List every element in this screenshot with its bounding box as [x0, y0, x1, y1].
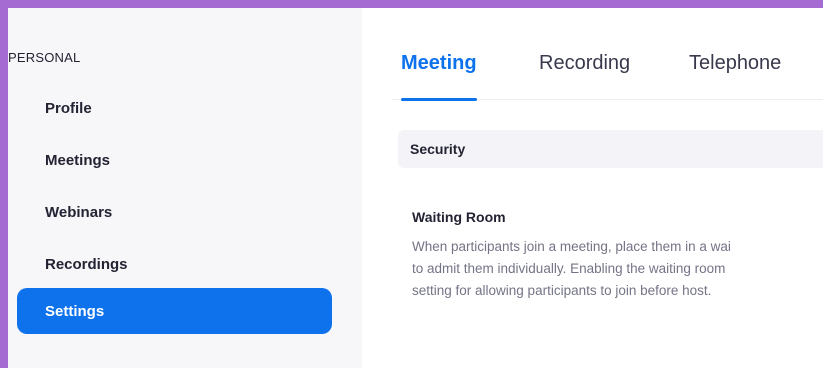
sidebar: PERSONAL Profile Meetings Webinars Recor…	[8, 8, 362, 368]
tab-label: Telephone	[689, 52, 782, 74]
setting-description-line: to admit them individually. Enabling the…	[412, 261, 726, 276]
sidebar-item-label: Webinars	[45, 203, 113, 221]
section-title: Security	[410, 141, 466, 157]
settings-tabs: Meeting Recording Telephone	[392, 8, 823, 101]
setting-description-line: setting for allowing participants to joi…	[412, 283, 712, 298]
sidebar-item-label: Settings	[45, 302, 105, 320]
setting-description: When participants join a meeting, place …	[412, 236, 823, 302]
sidebar-item-label: Recordings	[45, 255, 128, 273]
sidebar-section-label: PERSONAL	[8, 50, 81, 65]
sidebar-item-profile[interactable]: Profile	[17, 85, 332, 131]
section-header-security: Security	[398, 130, 823, 168]
sidebar-item-recordings[interactable]: Recordings	[17, 241, 332, 287]
setting-description-line: When participants join a meeting, place …	[412, 239, 731, 254]
tab-meeting[interactable]: Meeting	[401, 52, 477, 101]
settings-main: Meeting Recording Telephone Security Wai…	[362, 8, 823, 368]
sidebar-item-webinars[interactable]: Webinars	[17, 189, 332, 235]
setting-title-waiting-room: Waiting Room	[412, 209, 506, 225]
sidebar-item-label: Profile	[45, 99, 92, 117]
sidebar-item-settings[interactable]: Settings	[17, 288, 332, 334]
tab-telephone[interactable]: Telephone	[689, 52, 781, 100]
sidebar-item-meetings[interactable]: Meetings	[17, 137, 332, 183]
tab-recording[interactable]: Recording	[539, 52, 630, 100]
sidebar-item-label: Meetings	[45, 151, 111, 169]
tab-label: Recording	[539, 52, 631, 74]
settings-window: PERSONAL Profile Meetings Webinars Recor…	[8, 8, 823, 368]
tab-label: Meeting	[401, 52, 477, 74]
